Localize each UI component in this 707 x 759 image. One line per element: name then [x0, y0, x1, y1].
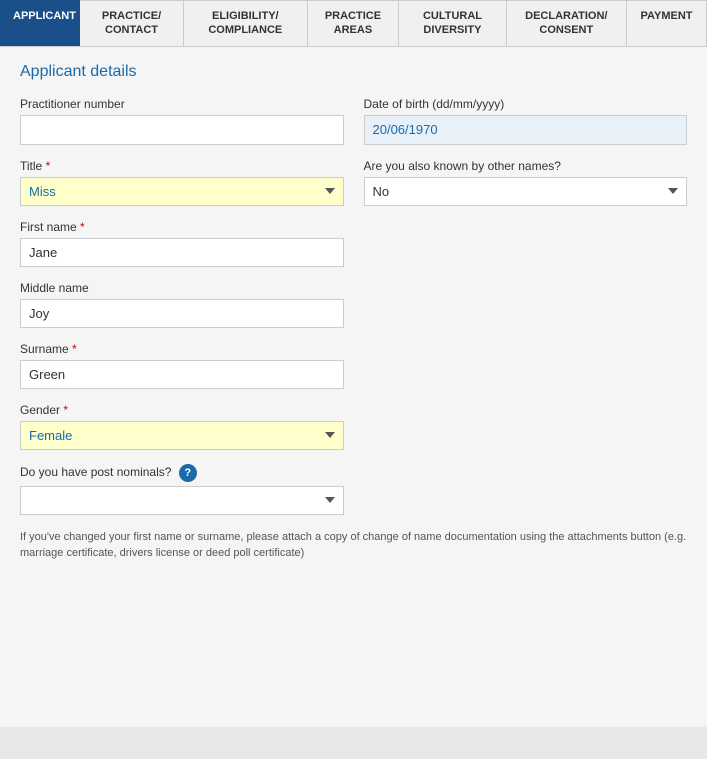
also-known-label: Are you also known by other names?	[364, 159, 688, 173]
field-also-known: Are you also known by other names? No Ye…	[364, 159, 688, 206]
row-first-name: First name *	[20, 220, 687, 267]
row-gender: Gender * Female Male Non-binary Prefer n…	[20, 403, 687, 450]
title-label: Title *	[20, 159, 344, 173]
field-surname: Surname *	[20, 342, 344, 389]
tab-payment[interactable]: PAYMENT	[627, 0, 707, 46]
surname-required-marker: *	[72, 342, 77, 356]
date-of-birth-label: Date of birth (dd/mm/yyyy)	[364, 97, 688, 111]
first-name-required-marker: *	[80, 220, 85, 234]
field-practitioner-number: Practitioner number	[20, 97, 344, 145]
first-name-input[interactable]	[20, 238, 344, 267]
tab-practice-contact[interactable]: PRACTICE/ CONTACT	[80, 0, 184, 46]
row-middle-name: Middle name	[20, 281, 687, 328]
post-nominals-label: Do you have post nominals? ?	[20, 464, 344, 482]
also-known-select[interactable]: No Yes	[364, 177, 688, 206]
field-first-name: First name *	[20, 220, 344, 267]
title-select[interactable]: Miss Mr Mrs Ms Dr Prof	[20, 177, 344, 206]
tab-practice-areas[interactable]: PRACTICE AREAS	[308, 0, 400, 46]
field-empty-right-middle	[364, 281, 688, 328]
field-date-of-birth: Date of birth (dd/mm/yyyy) 20/06/1970	[364, 97, 688, 145]
gender-label: Gender *	[20, 403, 344, 417]
middle-name-input[interactable]	[20, 299, 344, 328]
first-name-label: First name *	[20, 220, 344, 234]
tab-applicant[interactable]: APPLICANT	[0, 0, 80, 46]
field-middle-name: Middle name	[20, 281, 344, 328]
name-change-note: If you've changed your first name or sur…	[20, 529, 687, 562]
field-empty-right-gender	[364, 403, 688, 450]
field-post-nominals: Do you have post nominals? ? Yes No	[20, 464, 344, 515]
field-empty-right-surname	[364, 342, 688, 389]
row-surname: Surname *	[20, 342, 687, 389]
field-empty-right-post	[364, 464, 688, 515]
date-of-birth-value: 20/06/1970	[364, 115, 688, 145]
row-title-knownnames: Title * Miss Mr Mrs Ms Dr Prof Are you a…	[20, 159, 687, 206]
row-post-nominals: Do you have post nominals? ? Yes No	[20, 464, 687, 515]
practitioner-number-input[interactable]	[20, 115, 344, 145]
post-nominals-select[interactable]: Yes No	[20, 486, 344, 515]
surname-label: Surname *	[20, 342, 344, 356]
section-title: Applicant details	[20, 63, 687, 81]
practitioner-number-label: Practitioner number	[20, 97, 344, 111]
surname-input[interactable]	[20, 360, 344, 389]
field-empty-right-first	[364, 220, 688, 267]
title-required-marker: *	[46, 159, 51, 173]
field-gender: Gender * Female Male Non-binary Prefer n…	[20, 403, 344, 450]
tab-declaration-consent[interactable]: DECLARATION/ CONSENT	[507, 0, 627, 46]
post-nominals-help-icon[interactable]: ?	[179, 464, 197, 482]
gender-required-marker: *	[63, 403, 68, 417]
tab-cultural-diversity[interactable]: CULTURAL DIVERSITY	[399, 0, 506, 46]
navigation-tabs: APPLICANT PRACTICE/ CONTACT ELIGIBILITY/…	[0, 0, 707, 47]
row-practitioner-dob: Practitioner number Date of birth (dd/mm…	[20, 97, 687, 145]
field-title: Title * Miss Mr Mrs Ms Dr Prof	[20, 159, 344, 206]
tab-eligibility-compliance[interactable]: ELIGIBILITY/ COMPLIANCE	[184, 0, 307, 46]
middle-name-label: Middle name	[20, 281, 344, 295]
main-content: Applicant details Practitioner number Da…	[0, 47, 707, 727]
gender-select[interactable]: Female Male Non-binary Prefer not to say	[20, 421, 344, 450]
